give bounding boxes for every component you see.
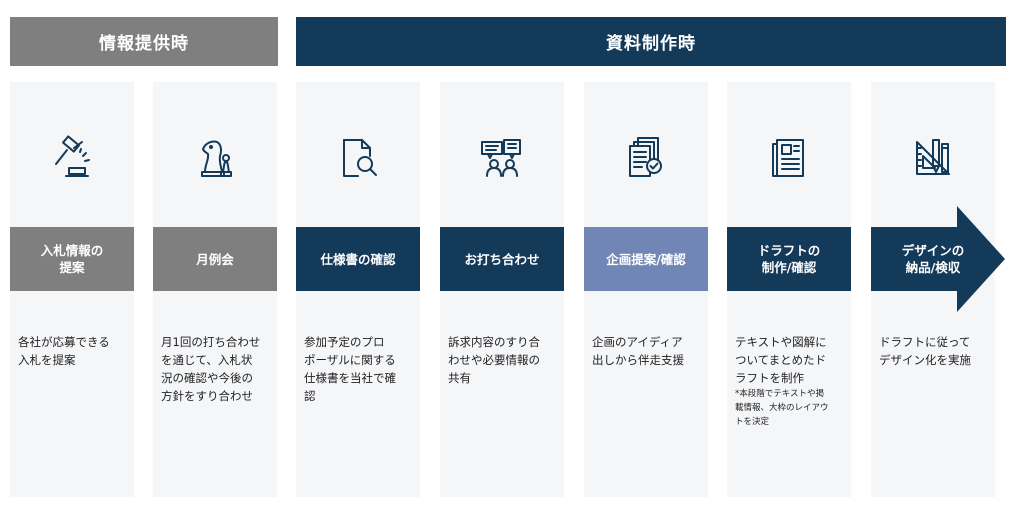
step-description-spec-review: 参加予定のプロ ポーザルに関する 仕様書を当社で確 認 — [304, 335, 396, 403]
step-column-7: デザインの 納品/検収 ドラフトに従って デザイン化を実施 — [871, 82, 1005, 497]
step-label-draft: ドラフトの 制作/確認 — [727, 227, 851, 291]
header-information-phase: 情報提供時 — [10, 17, 278, 66]
step-column-6: ドラフトの 制作/確認 テキストや図解に ついてまとめたド ラフトを制作 *本段… — [727, 82, 851, 497]
meeting-icon — [478, 134, 526, 182]
step-column-4: お打ち合わせ 訴求内容のすり合 わせや必要情報の 共有 — [440, 82, 564, 497]
step-column-3: 仕様書の確認 参加予定のプロ ポーザルに関する 仕様書を当社で確 認 — [296, 82, 420, 497]
step-label-monthly-meeting: 月例会 — [153, 227, 277, 291]
step-label-spec-review: 仕様書の確認 — [296, 227, 420, 291]
step-note-draft: *本段階でテキストや掲 載情報、大枠のレイアウ トを決定 — [735, 389, 829, 427]
step-label-meeting: お打ち合わせ — [440, 227, 564, 291]
chess-icon — [191, 134, 239, 182]
step-description-draft: テキストや図解に ついてまとめたド ラフトを制作 — [735, 335, 827, 385]
header-production-phase: 資料制作時 — [296, 17, 1006, 66]
step-label-proposal: 企画提案/確認 — [584, 227, 708, 291]
design-tools-icon — [909, 134, 957, 182]
newspaper-icon — [765, 134, 813, 182]
step-column-5: 企画提案/確認 企画のアイディア 出しから伴走支援 — [584, 82, 708, 497]
documents-check-icon — [622, 134, 670, 182]
step-label-bid-info: 入札情報の 提案 — [10, 227, 134, 291]
step-description-proposal: 企画のアイディア 出しから伴走支援 — [592, 335, 684, 367]
step-description-delivery: ドラフトに従って デザイン化を実施 — [879, 335, 971, 367]
step-description-monthly-meeting: 月1回の打ち合わせ を通じて、入札状 況の確認や今後の 方針をすり合わせ — [161, 335, 261, 403]
step-description-bid-info: 各社が応募できる 入札を提案 — [18, 335, 110, 367]
document-search-icon — [334, 134, 382, 182]
gavel-icon — [48, 134, 96, 182]
step-column-1: 入札情報の 提案 各社が応募できる 入札を提案 — [10, 82, 134, 497]
step-label-delivery: デザインの 納品/検収 — [901, 243, 965, 275]
step-column-2: 月例会 月1回の打ち合わせ を通じて、入札状 況の確認や今後の 方針をすり合わせ — [153, 82, 277, 497]
step-description-meeting: 訴求内容のすり合 わせや必要情報の 共有 — [448, 335, 540, 385]
